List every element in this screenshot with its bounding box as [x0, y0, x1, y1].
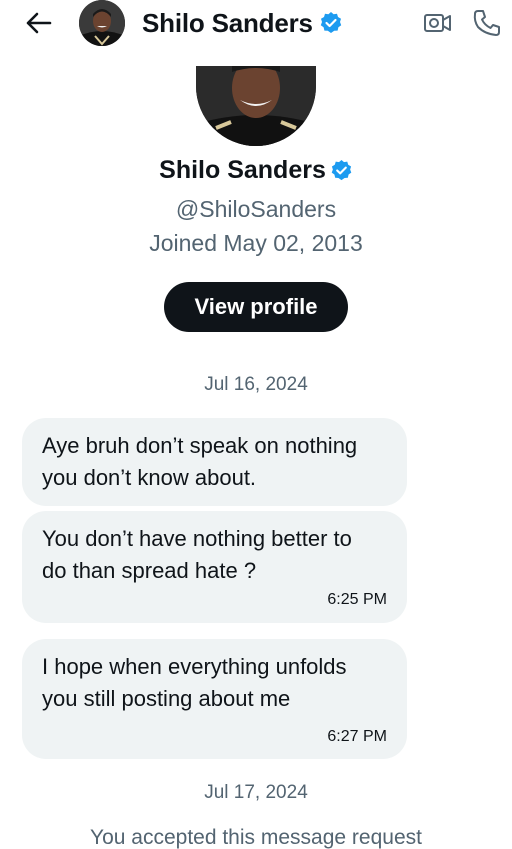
phone-icon	[473, 10, 500, 36]
profile-handle: @ShiloSanders	[175, 196, 337, 222]
header-title[interactable]: Shilo Sanders	[142, 6, 343, 40]
view-profile-button[interactable]: View profile	[164, 282, 348, 332]
message-text: You don’t have nothing better to do than…	[42, 526, 352, 583]
phone-call-button[interactable]	[470, 7, 504, 39]
message-timestamp: 6:25 PM	[327, 591, 387, 608]
message-text: I hope when everything unfolds you still…	[42, 654, 347, 711]
profile-joined-date: Joined May 02, 2013	[149, 230, 363, 256]
verified-badge-icon	[331, 159, 352, 181]
message-bubble[interactable]: Aye bruh don’t speak on nothing you don’…	[22, 418, 407, 506]
date-separator: Jul 17, 2024	[204, 782, 308, 803]
verified-badge-icon	[320, 12, 341, 33]
profile-name: Shilo Sanders	[159, 156, 326, 184]
message-request-notice: You accepted this message request	[90, 826, 422, 849]
video-call-button[interactable]	[421, 7, 455, 39]
video-call-icon	[424, 14, 451, 32]
conversation-header: Shilo Sanders	[0, 0, 512, 46]
profile-avatar[interactable]	[196, 66, 316, 146]
message-text: Aye bruh don’t speak on nothing you don’…	[42, 433, 358, 490]
message-bubble[interactable]: You don’t have nothing better to do than…	[22, 511, 407, 623]
back-button[interactable]	[22, 7, 56, 39]
header-avatar[interactable]	[79, 0, 125, 46]
message-bubble[interactable]: I hope when everything unfolds you still…	[22, 639, 407, 759]
header-name: Shilo Sanders	[142, 7, 313, 38]
profile-name-row: Shilo Sanders	[0, 156, 512, 185]
profile-photo	[196, 66, 316, 146]
date-separator: Jul 16, 2024	[204, 374, 308, 395]
message-timestamp: 6:27 PM	[327, 728, 387, 745]
arrow-left-icon	[26, 12, 52, 34]
avatar-photo	[79, 0, 125, 46]
